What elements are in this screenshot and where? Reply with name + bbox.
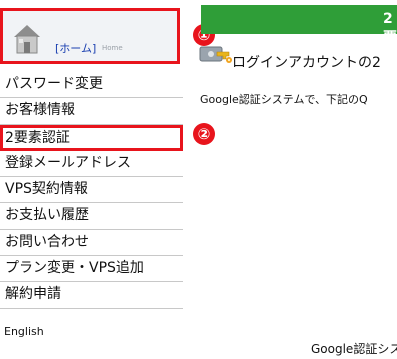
- login-account-title: ログインアカウントの2: [232, 55, 381, 71]
- page-header-bar: 2要: [201, 5, 397, 46]
- page-title: 2要: [383, 11, 397, 46]
- sidebar-item-plan-change[interactable]: プラン変更・VPS追加: [0, 256, 183, 283]
- home-icon: [14, 25, 40, 54]
- bottom-caption: Google認証シス: [311, 342, 397, 356]
- sidebar-nav: パスワード変更 お客様情報 2要素認証 登録メールアドレス VPS契約情報 お支…: [0, 72, 183, 309]
- language-link[interactable]: English: [4, 325, 44, 338]
- sidebar-item-contact[interactable]: お問い合わせ: [0, 230, 183, 257]
- callout-2: ②: [193, 123, 215, 145]
- sidebar-item-password-change[interactable]: パスワード変更: [0, 72, 183, 99]
- sidebar-item-vps-contract[interactable]: VPS契約情報: [0, 177, 183, 204]
- home-subtitle: Home: [102, 44, 123, 52]
- sidebar-item-two-factor-auth[interactable]: 2要素認証: [0, 124, 183, 151]
- home-link[interactable]: [ホーム]: [55, 40, 96, 56]
- description-text: Google認証システムで、下記のQ: [200, 93, 368, 106]
- sidebar-item-registered-email[interactable]: 登録メールアドレス: [0, 151, 183, 178]
- home-box[interactable]: [ホーム] Home: [0, 8, 180, 64]
- key-icon: [199, 46, 232, 63]
- sidebar-item-customer-info[interactable]: お客様情報: [0, 98, 183, 125]
- sidebar-item-payment-history[interactable]: お支払い履歴: [0, 203, 183, 230]
- sidebar-item-cancellation[interactable]: 解約申請: [0, 282, 183, 309]
